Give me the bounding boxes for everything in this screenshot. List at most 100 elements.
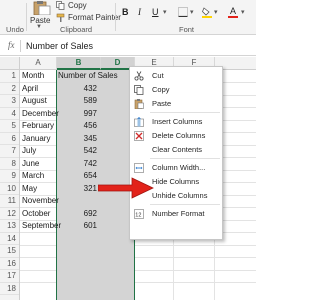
font-group-label: Font xyxy=(179,25,195,34)
menu-item-label: Delete Columns xyxy=(152,131,206,140)
row-header[interactable]: 6 xyxy=(0,133,19,145)
cell-month[interactable]: May xyxy=(22,183,37,196)
underline-dropdown-icon[interactable]: ▾ xyxy=(163,6,167,18)
menu-item-delete-columns[interactable]: Delete Columns xyxy=(130,129,222,142)
insert-columns-icon xyxy=(133,116,145,128)
fx-icon[interactable]: fx xyxy=(8,40,15,50)
cell-sales[interactable]: 692 xyxy=(58,208,97,221)
fill-color-dropdown-icon[interactable]: ▾ xyxy=(214,6,218,18)
formula-bar-separator xyxy=(20,40,21,52)
cell-sales[interactable]: 432 xyxy=(58,83,97,96)
svg-text:12: 12 xyxy=(135,212,141,218)
cell-month[interactable]: January xyxy=(22,133,50,146)
menu-item-cut[interactable]: Cut xyxy=(130,69,222,82)
paste-icon[interactable] xyxy=(30,1,52,15)
row-header[interactable]: 3 xyxy=(0,95,19,108)
paste-dropdown-icon[interactable]: ▼ xyxy=(36,24,42,30)
cell-month[interactable]: June xyxy=(22,158,39,171)
cell-month[interactable]: July xyxy=(22,145,36,158)
cell-sales[interactable]: 997 xyxy=(58,108,97,121)
column-width-icon xyxy=(133,162,145,174)
cell-sales[interactable]: 742 xyxy=(58,158,97,171)
borders-button[interactable] xyxy=(178,6,188,18)
menu-separator xyxy=(150,204,220,205)
context-menu: Cut Copy Paste Insert Columns Delete Col… xyxy=(129,66,223,240)
row-header[interactable]: 15 xyxy=(0,245,19,258)
menu-item-insert-columns[interactable]: Insert Columns xyxy=(130,115,222,128)
italic-button[interactable]: I xyxy=(138,6,141,18)
menu-separator xyxy=(150,158,220,159)
copy-button[interactable]: Copy xyxy=(56,1,87,10)
menu-item-copy[interactable]: Copy xyxy=(130,83,222,96)
row-header[interactable]: 5 xyxy=(0,120,19,133)
cell-month[interactable]: March xyxy=(22,170,44,183)
column-header-b[interactable]: B xyxy=(57,57,101,70)
menu-item-label: Hide Columns xyxy=(152,177,200,186)
menu-item-number-format[interactable]: 12 Number Format xyxy=(130,207,222,220)
format-painter-button[interactable]: Format Painter xyxy=(56,13,121,22)
cell-sales[interactable]: 601 xyxy=(58,220,97,233)
copy-icon xyxy=(56,1,65,10)
formula-bar: fx Number of Sales xyxy=(0,37,256,56)
column-header-a[interactable]: A xyxy=(20,57,57,69)
undo-group-label: Undo xyxy=(6,25,24,34)
row-header[interactable]: 11 xyxy=(0,195,19,208)
row-header[interactable]: 17 xyxy=(0,270,19,283)
cell-sales[interactable]: 589 xyxy=(58,95,97,108)
cell-sales[interactable]: 345 xyxy=(58,133,97,146)
cell-month[interactable]: September xyxy=(22,220,61,233)
copy-label: Copy xyxy=(68,1,87,10)
row-header[interactable]: 8 xyxy=(0,158,19,170)
cell-month[interactable]: August xyxy=(22,95,47,108)
cell-sales[interactable]: 654 xyxy=(58,170,97,183)
cell-sales[interactable]: 456 xyxy=(58,120,97,133)
format-painter-icon xyxy=(56,13,65,22)
row-header[interactable]: 9 xyxy=(0,170,19,183)
cell-a1[interactable]: Month xyxy=(22,70,44,83)
row-header[interactable]: 4 xyxy=(0,108,19,120)
row-header[interactable]: 16 xyxy=(0,258,19,270)
borders-dropdown-icon[interactable]: ▾ xyxy=(190,6,194,18)
row-header[interactable]: 13 xyxy=(0,220,19,233)
font-color-label: A xyxy=(229,5,236,16)
row-header[interactable]: 10 xyxy=(0,183,19,195)
row-header[interactable]: 7 xyxy=(0,145,19,158)
menu-item-label: Cut xyxy=(152,71,164,80)
red-arrow-icon xyxy=(98,177,154,199)
cell-sales[interactable] xyxy=(58,195,97,208)
scissors-icon xyxy=(133,70,145,82)
cell-sales[interactable]: 542 xyxy=(58,145,97,158)
paste-icon xyxy=(133,98,145,110)
menu-separator xyxy=(150,112,220,113)
cell-month[interactable]: February xyxy=(22,120,54,133)
row-headers: 1 2 3 4 5 6 7 8 9 10 11 12 13 14 15 16 1… xyxy=(0,70,20,300)
cell-month[interactable]: April xyxy=(22,83,38,96)
font-color-button[interactable]: A xyxy=(228,6,238,18)
number-format-icon: 12 xyxy=(133,208,145,220)
font-color-dropdown-icon[interactable]: ▾ xyxy=(241,6,245,18)
fill-color-button[interactable] xyxy=(202,6,212,18)
menu-item-label: Insert Columns xyxy=(152,117,203,126)
menu-item-label: Unhide Columns xyxy=(152,191,208,200)
delete-columns-icon xyxy=(133,130,145,142)
formula-input[interactable]: Number of Sales xyxy=(26,41,93,51)
bold-button[interactable]: B xyxy=(122,6,129,18)
menu-item-clear-contents[interactable]: Clear Contents xyxy=(130,143,222,156)
copy-icon xyxy=(133,84,145,96)
cell-month[interactable]: November xyxy=(22,195,59,208)
cell-month[interactable]: December xyxy=(22,108,59,121)
cell-sales[interactable]: 321 xyxy=(58,183,97,196)
menu-item-label: Clear Contents xyxy=(152,145,203,154)
menu-item-paste[interactable]: Paste xyxy=(130,97,222,110)
row-header[interactable]: 18 xyxy=(0,283,19,295)
row-header[interactable]: 14 xyxy=(0,233,19,245)
row-header[interactable]: 1 xyxy=(0,70,19,83)
underline-button[interactable]: U xyxy=(152,6,159,18)
menu-item-column-width[interactable]: Column Width... xyxy=(130,161,222,174)
select-all-corner[interactable] xyxy=(0,57,20,69)
row-header[interactable]: 2 xyxy=(0,83,19,95)
cell-b1[interactable]: Number of Sales xyxy=(58,70,118,83)
menu-item-label: Copy xyxy=(152,85,170,94)
row-header[interactable]: 12 xyxy=(0,208,19,220)
cell-month[interactable]: October xyxy=(22,208,50,221)
